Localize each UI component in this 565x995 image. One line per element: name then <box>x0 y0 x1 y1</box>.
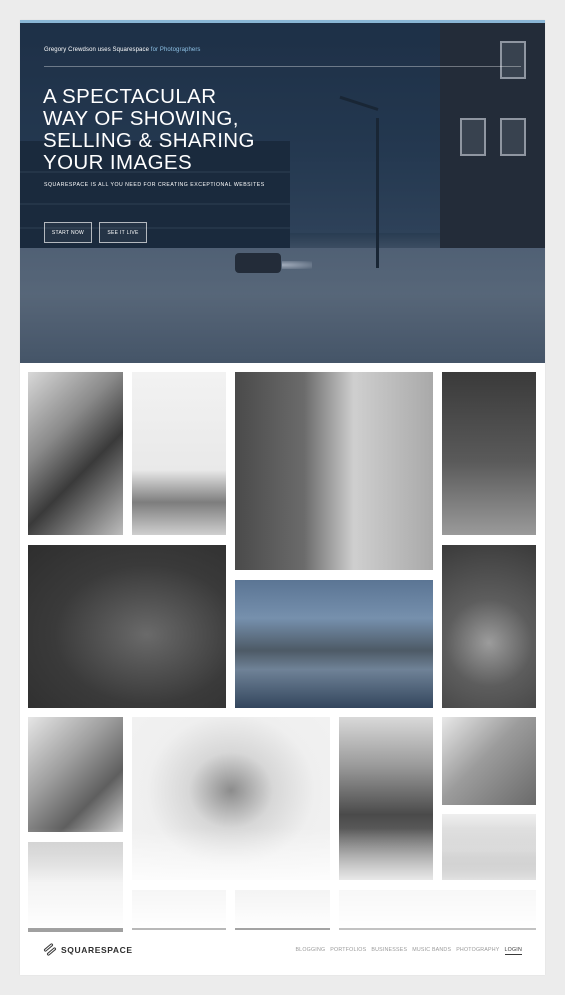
hero-divider <box>44 66 521 67</box>
headline-line-1: A SPECTACULAR <box>43 85 217 108</box>
squarespace-logo[interactable]: SQUARESPACE <box>43 942 133 957</box>
gallery-man-portrait-photo[interactable] <box>132 890 226 930</box>
hero-section: Gregory Crewdson uses Squarespace for Ph… <box>20 23 545 363</box>
footer-link-blogging[interactable]: BLOGGING <box>295 947 325 955</box>
gallery-snowy-street-photo[interactable] <box>235 580 433 708</box>
headline-line-4: YOUR IMAGES <box>43 151 193 174</box>
start-now-button[interactable]: START NOW <box>44 222 92 243</box>
hero-subline: SQUARESPACE IS ALL YOU NEED FOR CREATING… <box>44 182 265 188</box>
gallery-owl-illustration[interactable] <box>132 717 330 880</box>
footer-link-photography[interactable]: PHOTOGRAPHY <box>456 947 499 955</box>
headline-line-3: SELLING & SHARING <box>43 129 255 152</box>
hero-overlay <box>20 23 545 363</box>
page-card: Gregory Crewdson uses Squarespace for Ph… <box>20 20 545 975</box>
byline-link[interactable]: for Photographers <box>151 47 201 53</box>
gallery-white-room-photo[interactable] <box>442 814 536 880</box>
gallery-woman-on-shore-photo[interactable] <box>235 372 433 570</box>
byline-text: Gregory Crewdson uses Squarespace <box>44 47 151 53</box>
gallery-two-men-photo[interactable] <box>28 372 123 535</box>
gallery-men-in-suits-photo[interactable] <box>339 717 433 880</box>
hero-byline: Gregory Crewdson uses Squarespace for Ph… <box>44 47 201 53</box>
footer-link-music-bands[interactable]: MUSIC BANDS <box>412 947 451 955</box>
see-it-live-button[interactable]: SEE IT LIVE <box>99 222 147 243</box>
login-link[interactable]: LOGIN <box>504 947 522 955</box>
gallery-rock-sculpture-photo[interactable] <box>442 717 536 805</box>
footer-nav: BLOGGING PORTFOLIOS BUSINESSES MUSIC BAN… <box>295 947 522 955</box>
gallery-hyena-rider-photo[interactable] <box>28 545 226 708</box>
footer-link-portfolios[interactable]: PORTFOLIOS <box>330 947 366 955</box>
squarespace-logo-icon <box>43 942 57 957</box>
gallery-tie-closeup-photo[interactable] <box>235 890 330 930</box>
logo-text: SQUARESPACE <box>61 945 133 955</box>
gallery-landscape-photo[interactable] <box>339 890 536 930</box>
gallery-women-laughing-photo[interactable] <box>28 717 123 832</box>
gallery-phone-closeup-photo[interactable] <box>28 842 123 932</box>
headline-line-2: WAY OF SHOWING, <box>43 107 239 130</box>
hero-headline: A SPECTACULAR WAY OF SHOWING, SELLING & … <box>43 86 303 174</box>
footer-link-businesses[interactable]: BUSINESSES <box>371 947 407 955</box>
gallery-peacock-illustration[interactable] <box>442 545 536 708</box>
gallery-misty-mountains-photo[interactable] <box>132 372 226 535</box>
gallery-selfie-photo[interactable] <box>442 372 536 535</box>
